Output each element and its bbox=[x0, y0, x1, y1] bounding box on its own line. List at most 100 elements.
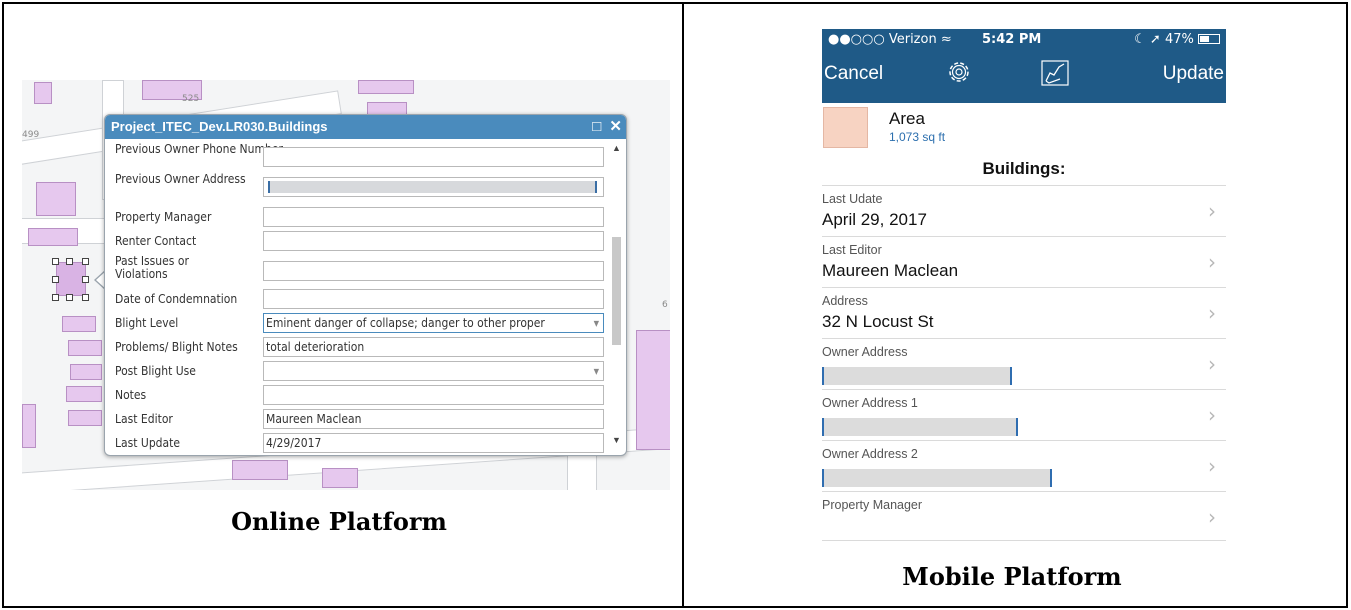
field-label: Problems/ Blight Notes bbox=[115, 340, 238, 354]
chevron-right-icon: › bbox=[1208, 403, 1216, 427]
building-parcel[interactable] bbox=[70, 364, 102, 380]
field-label: Last Editor bbox=[115, 412, 173, 426]
vertex-handle[interactable] bbox=[52, 276, 59, 283]
building-parcel[interactable] bbox=[28, 228, 78, 246]
building-parcel[interactable] bbox=[322, 468, 358, 488]
area-swatch bbox=[823, 107, 868, 148]
area-summary: Area 1,073 sq ft bbox=[822, 105, 1226, 157]
field-value: April 29, 2017 bbox=[822, 210, 927, 229]
map-parcel-label: 525 bbox=[182, 94, 200, 104]
gear-icon[interactable] bbox=[944, 57, 974, 87]
location-arrow-icon: ➚ bbox=[1149, 32, 1161, 47]
list-bottom-border bbox=[822, 540, 1226, 541]
building-parcel[interactable] bbox=[36, 182, 76, 216]
field-label: Owner Address bbox=[822, 345, 908, 359]
popup-form: Previous Owner Phone Number Previous Own… bbox=[105, 139, 626, 455]
field-label: Last Udate bbox=[822, 192, 883, 206]
field-value: Maureen Maclean bbox=[822, 261, 959, 280]
attribute-popup: Project_ITEC_Dev.LR030.Buildings □ ✕ Pre… bbox=[104, 114, 627, 456]
field-label: Renter Contact bbox=[115, 234, 197, 248]
building-parcel[interactable] bbox=[232, 460, 288, 480]
selected-feature[interactable] bbox=[52, 258, 92, 302]
list-item-owner-address-2[interactable]: Owner Address 2 › bbox=[822, 440, 1226, 491]
building-parcel[interactable] bbox=[34, 82, 52, 104]
date-of-condemnation-input[interactable] bbox=[263, 289, 604, 309]
section-title: Buildings: bbox=[982, 159, 1066, 178]
list-item-property-manager[interactable]: Property Manager › bbox=[822, 491, 1226, 542]
building-parcel[interactable] bbox=[22, 404, 36, 448]
field-label: Previous Owner Address bbox=[115, 172, 246, 186]
redaction-bar bbox=[822, 469, 1052, 487]
field-label: Last Editor bbox=[822, 243, 882, 257]
map-parcel-label: 6 bbox=[662, 300, 668, 310]
field-label: Property Manager bbox=[822, 498, 923, 512]
update-button[interactable]: Update bbox=[1163, 63, 1224, 85]
vertex-handle[interactable] bbox=[82, 258, 89, 265]
last-update-input[interactable]: 4/29/2017 bbox=[263, 433, 604, 453]
scroll-thumb[interactable] bbox=[612, 237, 621, 345]
area-title: Area bbox=[889, 109, 925, 128]
chevron-right-icon: › bbox=[1208, 454, 1216, 478]
previous-owner-address-input[interactable] bbox=[263, 177, 604, 197]
list-item-owner-address-1[interactable]: Owner Address 1 › bbox=[822, 389, 1226, 440]
maximize-icon[interactable]: □ bbox=[592, 118, 601, 135]
building-parcel[interactable] bbox=[66, 386, 102, 402]
nav-bar: Cancel Update bbox=[822, 51, 1226, 103]
form-row: Previous Owner Address bbox=[105, 173, 605, 201]
popup-scrollbar[interactable]: ▲ ▼ bbox=[611, 139, 623, 455]
scroll-up-icon[interactable]: ▲ bbox=[612, 143, 621, 153]
scroll-down-icon[interactable]: ▼ bbox=[612, 435, 621, 445]
list-item-last-editor[interactable]: Last Editor Maureen Maclean › bbox=[822, 236, 1226, 287]
notes-input[interactable] bbox=[263, 385, 604, 405]
building-parcel[interactable] bbox=[636, 330, 670, 450]
field-label: Owner Address 1 bbox=[822, 396, 918, 410]
property-manager-input[interactable] bbox=[263, 207, 604, 227]
last-editor-input[interactable]: Maureen Maclean bbox=[263, 409, 604, 429]
redaction-bar bbox=[268, 181, 597, 193]
blight-level-select[interactable]: Eminent danger of collapse; danger to ot… bbox=[263, 313, 604, 333]
field-label: Property Manager bbox=[115, 210, 212, 224]
cancel-button[interactable]: Cancel bbox=[824, 63, 883, 85]
form-row: Previous Owner Phone Number bbox=[105, 143, 605, 169]
mobile-screen: ●●○○○ Verizon ≈ 5:42 PM ☾ ➚ 47% Cancel U… bbox=[822, 29, 1226, 549]
vertex-handle[interactable] bbox=[82, 294, 89, 301]
list-item-owner-address[interactable]: Owner Address › bbox=[822, 338, 1226, 389]
field-label: Past Issues or Violations bbox=[115, 254, 189, 281]
vertex-handle[interactable] bbox=[52, 294, 59, 301]
field-label: Address bbox=[822, 294, 868, 308]
redaction-bar bbox=[822, 367, 1012, 385]
building-parcel[interactable] bbox=[62, 316, 96, 332]
list-item-last-update[interactable]: Last Udate April 29, 2017 › bbox=[822, 185, 1226, 236]
field-label: Previous Owner Phone Number bbox=[115, 142, 283, 156]
map-parcel-label: 499 bbox=[22, 130, 40, 140]
field-label: Notes bbox=[115, 388, 147, 402]
popup-title-bar: Project_ITEC_Dev.LR030.Buildings □ ✕ bbox=[105, 115, 626, 139]
vertex-handle[interactable] bbox=[66, 258, 73, 265]
moon-icon: ☾ bbox=[1134, 32, 1146, 47]
field-value: 32 N Locust St bbox=[822, 312, 934, 331]
list-item-address[interactable]: Address 32 N Locust St › bbox=[822, 287, 1226, 338]
chevron-right-icon: › bbox=[1208, 250, 1216, 274]
chevron-right-icon: › bbox=[1208, 352, 1216, 376]
mobile-caption: Mobile Platform bbox=[902, 562, 1122, 591]
past-issues-input[interactable] bbox=[263, 261, 604, 281]
chevron-right-icon: › bbox=[1208, 301, 1216, 325]
status-bar: ●●○○○ Verizon ≈ 5:42 PM ☾ ➚ 47% bbox=[822, 29, 1226, 51]
popup-title: Project_ITEC_Dev.LR030.Buildings bbox=[111, 119, 328, 134]
vertex-handle[interactable] bbox=[66, 294, 73, 301]
close-icon[interactable]: ✕ bbox=[609, 118, 622, 135]
building-parcel[interactable] bbox=[68, 340, 102, 356]
blight-notes-input[interactable]: total deterioration bbox=[263, 337, 604, 357]
vertex-handle[interactable] bbox=[52, 258, 59, 265]
chevron-right-icon: › bbox=[1208, 199, 1216, 223]
vertex-handle[interactable] bbox=[82, 276, 89, 283]
chevron-right-icon: › bbox=[1208, 505, 1216, 529]
edit-geometry-icon[interactable] bbox=[1040, 59, 1070, 87]
building-parcel[interactable] bbox=[68, 410, 102, 426]
area-value: 1,073 sq ft bbox=[889, 130, 946, 144]
building-parcel[interactable] bbox=[358, 80, 414, 94]
renter-contact-input[interactable] bbox=[263, 231, 604, 251]
post-blight-use-select[interactable] bbox=[263, 361, 604, 381]
battery-icon bbox=[1198, 34, 1220, 44]
previous-owner-phone-input[interactable] bbox=[263, 147, 604, 167]
